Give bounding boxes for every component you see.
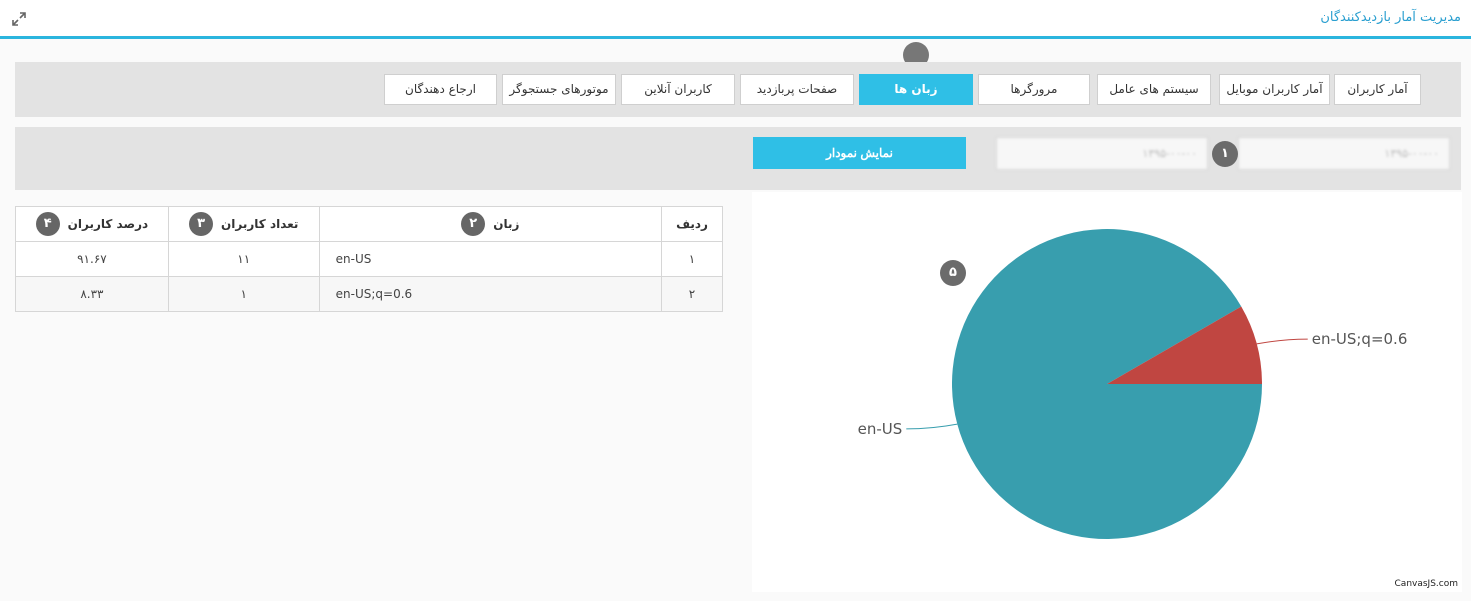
pie-label-line-en-US xyxy=(906,423,958,430)
cell-language: en-US xyxy=(318,241,663,277)
tab-mobile-users-stats[interactable]: آمار کاربران موبایل xyxy=(1219,74,1330,105)
marker-1: ۱ xyxy=(1212,141,1238,167)
marker-2: ۲ xyxy=(461,212,486,236)
pie-chart-svg: en-US en-US;q=0.6 xyxy=(858,229,1408,539)
marker-5: ۵ xyxy=(940,260,966,286)
cell-row: ۲ xyxy=(661,276,723,312)
tab-bar: آمار کاربران آمار کاربران موبایل سیستم ه… xyxy=(15,62,1461,117)
table-row: ۸.۳۳ ۱ en-US;q=0.6 ۲ xyxy=(15,276,723,312)
expand-arrows-icon[interactable] xyxy=(11,11,27,27)
panel-header: مدیریت آمار بازدیدکنندگان xyxy=(0,0,1471,39)
pie-label-en-US: en-US xyxy=(858,420,903,438)
header-count-label: تعداد کاربران xyxy=(221,217,299,231)
show-chart-button[interactable]: نمایش نمودار xyxy=(753,137,966,169)
tab-referrers[interactable]: ارجاع دهندگان xyxy=(384,74,497,105)
cell-row: ۱ xyxy=(661,241,723,277)
marker-3: ۳ xyxy=(189,212,214,236)
languages-table: درصد کاربران ۴ تعداد کاربران ۳ زبان ۲ ردیف … xyxy=(15,206,723,312)
tab-users-stats[interactable]: آمار کاربران xyxy=(1334,74,1421,105)
table-header-row: درصد کاربران ۴ تعداد کاربران ۳ زبان ۲ ردیف xyxy=(15,206,723,242)
pie-label-line-en-US;q=0.6 xyxy=(1256,338,1308,345)
tab-search-engines[interactable]: موتورهای جستجوگر xyxy=(502,74,616,105)
marker-4: ۴ xyxy=(35,212,60,236)
header-percent-label: درصد کاربران xyxy=(67,217,149,231)
header-count[interactable]: تعداد کاربران ۳ xyxy=(167,206,320,242)
cell-language: en-US;q=0.6 xyxy=(318,276,663,312)
header-language[interactable]: زبان ۲ xyxy=(318,206,663,242)
tab-operating-systems[interactable]: سیستم های عامل xyxy=(1097,74,1211,105)
pie-chart: en-US en-US;q=0.6 ۵ CanvasJS.com xyxy=(752,192,1462,592)
date-from-input[interactable] xyxy=(1238,137,1450,170)
date-to-input[interactable] xyxy=(996,137,1208,170)
header-language-label: زبان xyxy=(493,217,520,231)
table-row: ۹۱.۶۷ ۱۱ en-US ۱ xyxy=(15,241,723,277)
cell-count: ۱۱ xyxy=(167,241,320,277)
tab-languages[interactable]: زبان ها xyxy=(859,74,973,105)
chart-credit[interactable]: CanvasJS.com xyxy=(1395,579,1458,589)
tab-popular-pages[interactable]: صفحات پربازدید xyxy=(740,74,854,105)
filter-bar: نمایش نمودار xyxy=(15,127,1461,190)
panel-title: مدیریت آمار بازدیدکنندگان xyxy=(1320,10,1461,25)
tab-browsers[interactable]: مرورگرها xyxy=(978,74,1090,105)
tab-online-users[interactable]: کاربران آنلاین xyxy=(621,74,735,105)
pie-label-en-US;q=0.6: en-US;q=0.6 xyxy=(1312,330,1408,348)
cell-count: ۱ xyxy=(167,276,320,312)
cell-percent: ۹۱.۶۷ xyxy=(15,241,169,277)
header-row[interactable]: ردیف xyxy=(661,206,723,242)
cell-percent: ۸.۳۳ xyxy=(15,276,169,312)
header-percent[interactable]: درصد کاربران ۴ xyxy=(15,206,169,242)
